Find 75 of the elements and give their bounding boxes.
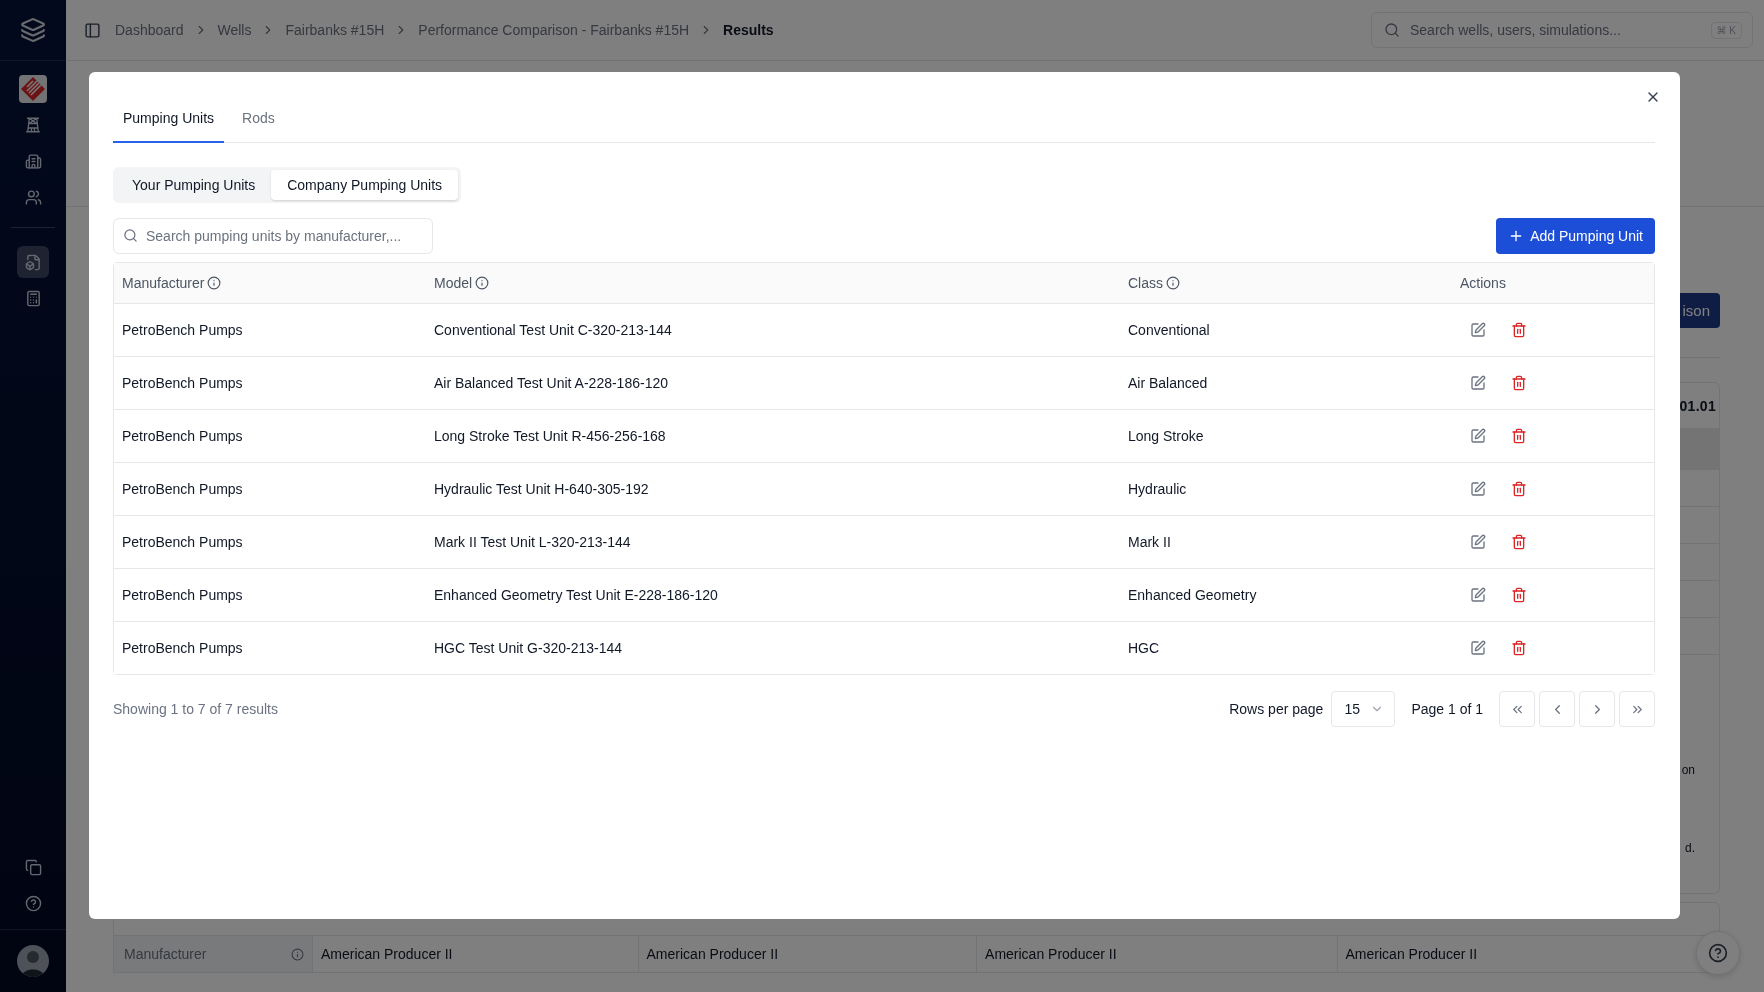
column-header: Class [1128, 275, 1163, 291]
users-icon [24, 188, 42, 206]
segment-button[interactable]: Company Pumping Units [271, 170, 459, 200]
breadcrumb-link[interactable]: Results [723, 22, 774, 38]
file-icon [24, 253, 42, 271]
table-cell-text: Hydraulic [1127, 480, 1188, 499]
tab[interactable]: Rods [232, 96, 285, 143]
table-cell-text: Conventional [1127, 321, 1211, 340]
table-cell-text: PetroBench Pumps [121, 427, 244, 446]
breadcrumb-link[interactable]: Performance Comparison - Fairbanks #15H [418, 22, 690, 38]
column-header: Actions [1460, 275, 1506, 291]
table-cell-text: HGC Test Unit G-320-213-144 [433, 639, 624, 658]
page-indicator: Page 1 of 1 [1411, 701, 1483, 717]
table-cell-text: Hydraulic Test Unit H-640-305-192 [433, 480, 650, 499]
table-cell-text: Mark II [1127, 533, 1172, 552]
help-button[interactable] [1696, 931, 1740, 975]
sidebar-item[interactable] [17, 73, 49, 105]
info-icon [1166, 276, 1180, 290]
row-label: Manufacturer [114, 936, 313, 972]
table-cell-text: Long Stroke Test Unit R-456-256-168 [433, 427, 667, 446]
table-cell-text: PetroBench Pumps [121, 480, 244, 499]
building-icon [24, 152, 42, 170]
sidebar-item[interactable] [17, 246, 49, 278]
table-cell-text: PetroBench Pumps [121, 639, 244, 658]
table-cell-text: Conventional Test Unit C-320-213-144 [433, 321, 673, 340]
edit-button[interactable] [1468, 638, 1488, 658]
column-header: Model [434, 275, 473, 291]
brand-logo-icon [19, 75, 47, 103]
logo-icon [20, 17, 46, 43]
help-icon [24, 894, 42, 912]
table-cell: American Producer II [977, 936, 1338, 972]
note-text: on [1681, 763, 1695, 777]
tab[interactable]: Pumping Units [113, 96, 225, 143]
breadcrumb-link[interactable]: Wells [217, 22, 252, 38]
info-icon [475, 276, 490, 290]
table-cell-text: PetroBench Pumps [121, 533, 244, 552]
note-text: d. [1685, 841, 1695, 855]
search-icon [123, 228, 138, 243]
edit-button[interactable] [1468, 320, 1488, 340]
breadcrumb-link[interactable]: Fairbanks #15H [285, 22, 385, 38]
table-cell-text: Air Balanced [1127, 374, 1209, 393]
table-cell: American Producer II [638, 936, 978, 972]
table-cell-text: PetroBench Pumps [121, 321, 244, 340]
edit-button[interactable] [1468, 479, 1488, 499]
table-cell-text: PetroBench Pumps [121, 374, 244, 393]
table-cell: American Producer II [313, 936, 639, 972]
rows-per-page-select[interactable]: 15 [1331, 691, 1396, 727]
search-field[interactable]: Search pumping units by manufacturer,... [113, 218, 433, 254]
copy-icon [24, 858, 42, 876]
card-value: 01.01 [1679, 397, 1716, 414]
sidebar-toggle-icon[interactable] [84, 21, 101, 39]
rows-per-page-label: Rows per page [1229, 701, 1324, 717]
table-cell-text: Enhanced Geometry [1127, 586, 1258, 605]
table-cell-text: Enhanced Geometry Test Unit E-228-186-120 [433, 586, 719, 605]
info-icon [291, 947, 304, 961]
table-cell-text: Air Balanced Test Unit A-228-186-120 [433, 374, 669, 393]
edit-button[interactable] [1468, 373, 1488, 393]
help-icon [1708, 943, 1728, 963]
add-pumping-unit-button[interactable]: Add Pumping Unit [1496, 218, 1655, 254]
segment-button[interactable]: Your Pumping Units [116, 170, 272, 200]
results-summary: Showing 1 to 7 of 7 results [113, 701, 278, 717]
avatar[interactable] [17, 945, 49, 977]
table-cell-text: HGC [1127, 639, 1161, 658]
calculator-icon [24, 289, 42, 307]
table-cell-text: Mark II Test Unit L-320-213-144 [433, 533, 632, 552]
breadcrumb-link[interactable]: Dashboard [115, 22, 184, 38]
table-cell-text: PetroBench Pumps [121, 586, 244, 605]
edit-button[interactable] [1468, 532, 1488, 552]
search-icon [1384, 22, 1400, 38]
table-cell-text: Long Stroke [1127, 427, 1205, 446]
edit-button[interactable] [1468, 585, 1488, 605]
derrick-icon [24, 116, 42, 134]
edit-button[interactable] [1468, 426, 1488, 446]
info-icon [207, 276, 222, 290]
column-header: Manufacturer [122, 275, 205, 291]
